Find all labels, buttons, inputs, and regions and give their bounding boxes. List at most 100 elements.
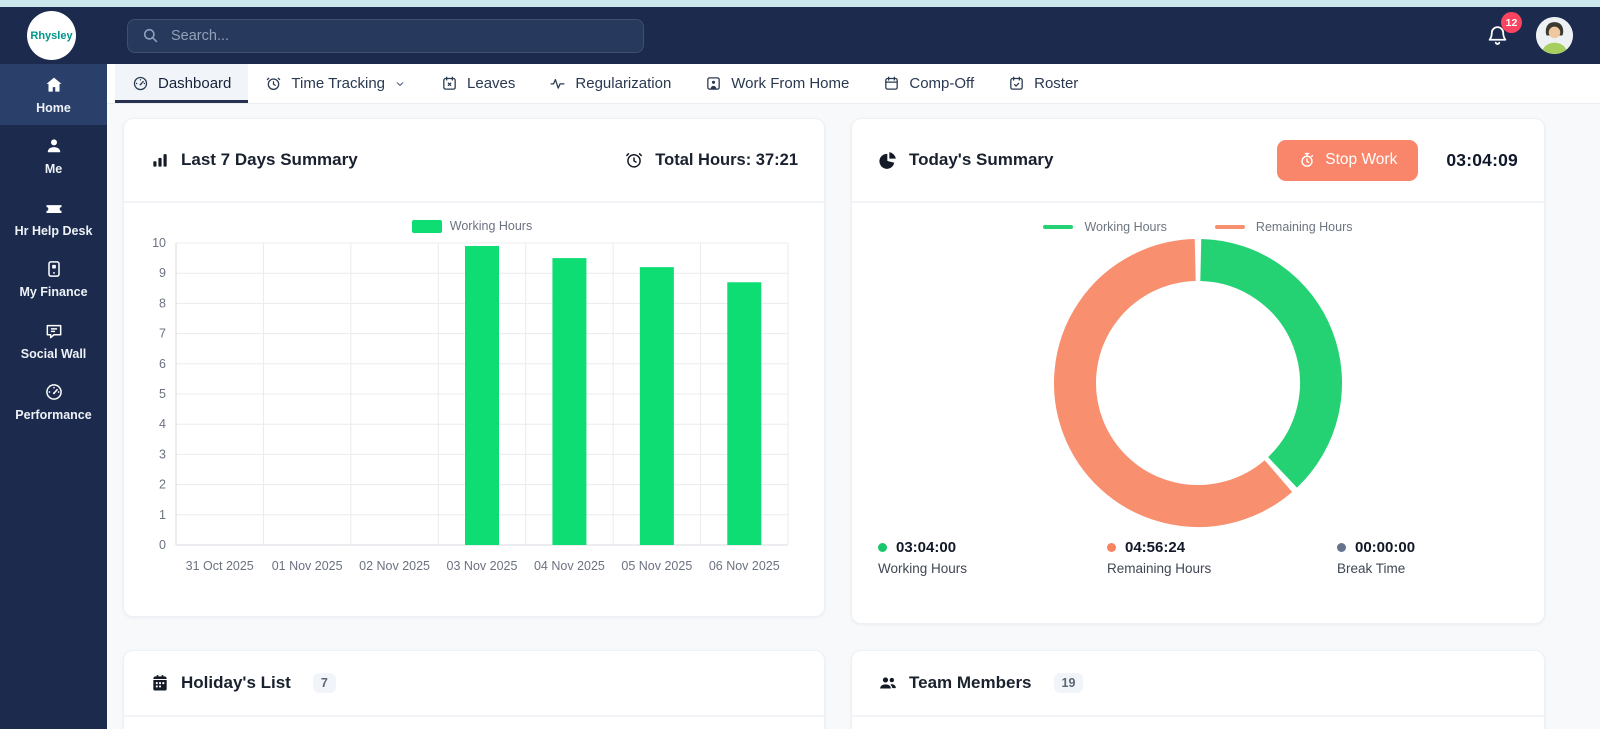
team-members-header: Team Members 19 [852,651,1544,717]
sidebar-item-label: Social Wall [21,347,87,361]
x-axis-label: 04 Nov 2025 [534,559,605,573]
svg-text:8: 8 [159,296,166,310]
chat-icon [44,321,64,341]
notification-bell[interactable]: 12 [1485,23,1510,48]
holidays-count-badge: 7 [313,673,336,693]
main-content: Last 7 Days Summary Total Hours: 37:21 W… [107,104,1600,729]
x-axis-label: 01 Nov 2025 [272,559,343,573]
stopwatch-icon [1298,151,1316,169]
svg-text:5: 5 [159,387,166,401]
topbar: Rhysley 12 [0,7,1600,64]
stat-label: Working Hours [878,561,1107,576]
todays-summary-card: Today's Summary Stop Work 03:04:09 Worki… [851,118,1545,624]
x-axis-label: 02 Nov 2025 [359,559,430,573]
sidebar-item-label: Performance [15,408,91,422]
tab-label: Time Tracking [291,75,385,92]
work-timer: 03:04:09 [1446,150,1518,171]
card-title: Today's Summary [909,150,1054,170]
card-title: Last 7 Days Summary [181,150,358,170]
sidebar-item-my-finance[interactable]: My Finance [0,248,107,309]
tab-label: Leaves [467,75,515,92]
donut-slice-remaining-hours [1075,260,1278,506]
tab-work-from-home[interactable]: Work From Home [688,64,866,103]
donut-legend: Working Hours Remaining Hours [852,220,1544,234]
stop-work-button[interactable]: Stop Work [1277,140,1418,181]
stat-remaining-hours: 04:56:24Remaining Hours [1107,539,1337,576]
holidays-card: Holiday's List 7 [123,650,825,729]
donut-legend-item[interactable]: Remaining Hours [1215,220,1353,234]
legend-swatch [1043,225,1073,229]
gauge-icon [132,75,149,92]
tab-time-tracking[interactable]: Time Tracking [248,64,424,103]
stop-work-label: Stop Work [1325,151,1397,169]
sidebar-item-label: My Finance [19,285,87,299]
bar [465,246,499,545]
legend-label: Remaining Hours [1256,220,1353,234]
alarm-icon [265,75,282,92]
topbar-right: 12 [1485,17,1600,54]
svg-text:4: 4 [159,417,166,431]
sidebar-item-label: Hr Help Desk [15,224,93,238]
x-axis-label: 05 Nov 2025 [621,559,692,573]
tab-label: Comp-Off [909,75,974,92]
search-input[interactable] [171,28,630,44]
stat-dot [1107,543,1116,552]
tab-leaves[interactable]: Leaves [424,64,532,103]
svg-text:2: 2 [159,478,166,492]
sidebar-item-hr-help-desk[interactable]: Hr Help Desk [0,187,107,248]
tab-dashboard[interactable]: Dashboard [115,64,248,103]
tab-regularization[interactable]: Regularization [532,64,688,103]
calendar-icon [883,75,900,92]
stat-label: Remaining Hours [1107,561,1337,576]
x-axis-label: 06 Nov 2025 [709,559,780,573]
top-accent-strip [0,0,1600,7]
today-stats: 03:04:00 Working Hours04:56:24Remaining H… [852,529,1544,576]
total-hours-text: Total Hours: 37:21 [655,151,798,170]
tab-comp-off[interactable]: Comp-Off [866,64,991,103]
bar-legend-swatch [412,220,442,233]
calendar-check-icon [1008,75,1025,92]
user-icon [44,136,64,156]
search-bar[interactable] [127,19,644,53]
svg-text:6: 6 [159,357,166,371]
stat-break-time: 00:00:00 Break Time [1337,539,1518,576]
calendar-icon [150,673,170,693]
stat-working-hours: 03:04:00 Working Hours [878,539,1107,576]
bar-legend-label: Working Hours [450,219,532,233]
tab-roster[interactable]: Roster [991,64,1095,103]
stat-value: 00:00:00 [1355,539,1415,556]
avatar[interactable] [1536,17,1573,54]
card-title: Holiday's List [181,673,291,693]
sidebar-item-performance[interactable]: Performance [0,371,107,432]
sidebar-item-me[interactable]: Me [0,125,107,186]
team-count-badge: 19 [1054,673,1084,693]
stat-dot [1337,543,1346,552]
donut-slice-working-hours [1201,260,1321,472]
bar [552,258,586,545]
tab-label: Dashboard [158,75,231,92]
person-frame-icon [705,75,722,92]
stat-label: Break Time [1337,561,1518,576]
sidebar-item-home[interactable]: Home [0,64,107,125]
notification-badge: 12 [1501,12,1522,33]
todays-summary-header: Today's Summary Stop Work 03:04:09 [852,119,1544,203]
tab-label: Work From Home [731,75,849,92]
logo[interactable]: Rhysley [27,11,76,60]
holidays-header: Holiday's List 7 [124,651,824,717]
svg-text:0: 0 [159,538,166,552]
svg-text:1: 1 [159,508,166,522]
tab-label: Roster [1034,75,1078,92]
stat-value: 03:04:00 [896,539,956,556]
pulse-icon [549,75,566,92]
sidebar: Home Me Hr Help Desk My Finance Social Wall P… [0,64,107,729]
donut-legend-item[interactable]: Working Hours [1043,220,1166,234]
tab-bar: Dashboard Time Tracking Leaves Regularizati… [107,64,1600,104]
bar [727,282,761,545]
sidebar-item-label: Home [36,101,71,115]
tab-label: Regularization [575,75,671,92]
bar-chart-legend: Working Hours [140,219,804,233]
team-members-card: Team Members 19 [851,650,1545,729]
sidebar-item-social-wall[interactable]: Social Wall [0,310,107,371]
pie-chart-icon [878,150,898,170]
svg-text:7: 7 [159,327,166,341]
